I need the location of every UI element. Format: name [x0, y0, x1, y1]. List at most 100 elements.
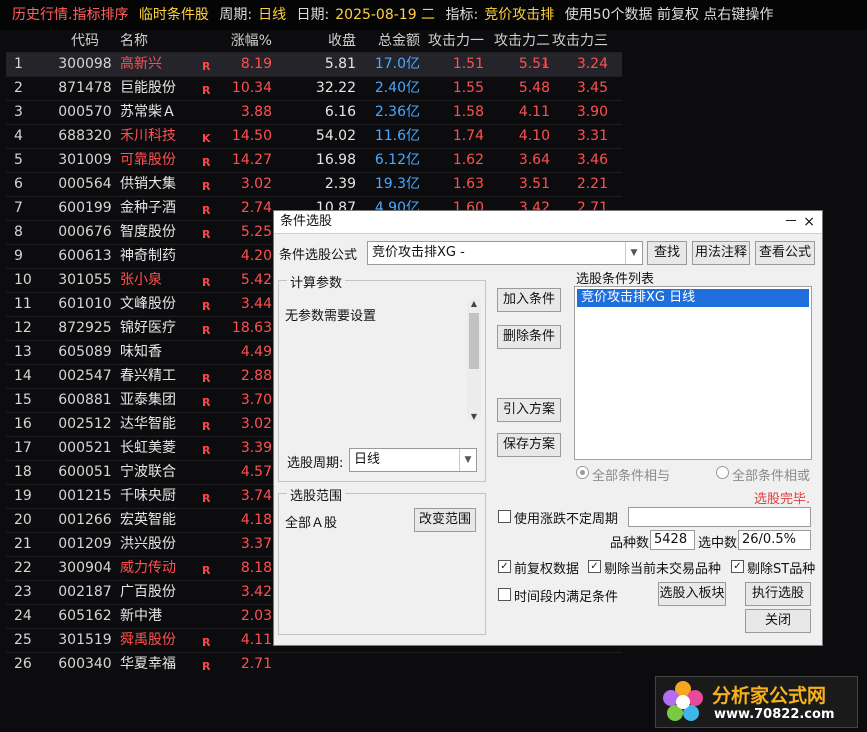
- period-satisfy-checkbox[interactable]: [498, 588, 511, 601]
- params-scrollbar[interactable]: ▲ ▼: [467, 299, 481, 421]
- row-flag: R: [202, 84, 211, 97]
- condition-list-item[interactable]: 竞价攻击排XG 日线: [577, 289, 809, 307]
- col-code-header[interactable]: 代码: [50, 30, 120, 52]
- scroll-down-icon[interactable]: ▼: [467, 412, 481, 421]
- row-change: 3.44: [240, 296, 272, 312]
- fq-checkbox[interactable]: ✓: [498, 560, 511, 573]
- col-amount-header[interactable]: 总金额: [356, 30, 420, 52]
- radio-or-label: 全部条件相或: [732, 469, 811, 484]
- row-attack3: 3.46: [576, 152, 608, 168]
- table-row[interactable]: 6 000564 供销大集 R 3.02 2.39 19.3亿 1.63 3.51 2.21: [6, 172, 622, 196]
- col-chg-header[interactable]: 涨幅%: [226, 30, 272, 52]
- import-plan-button[interactable]: 引入方案: [497, 398, 561, 422]
- condition-list[interactable]: 竞价攻击排XG 日线: [574, 286, 812, 460]
- table-row[interactable]: 3 000570 苏常柴Ａ 3.88 6.16 2.36亿 1.58 4.11 3.90: [6, 100, 622, 124]
- row-code: 600340: [58, 656, 112, 672]
- uncertain-period-input[interactable]: [628, 507, 811, 527]
- col-name-header[interactable]: 名称: [120, 30, 202, 52]
- scroll-thumb[interactable]: [469, 313, 479, 369]
- watermark-logo: 分析家公式网 www.70822.com: [655, 676, 858, 728]
- row-change: 5.42: [240, 272, 272, 288]
- table-row[interactable]: 4 688320 禾川科技 K 14.50 54.02 11.6亿 1.74 4.10 3.31: [6, 124, 622, 148]
- close-icon[interactable]: ×: [803, 211, 815, 233]
- fq-label: 前复权数据: [514, 562, 580, 577]
- use-uncertain-checkbox[interactable]: [498, 510, 511, 523]
- row-attack1: 1.62: [452, 152, 484, 168]
- row-name: 味知香: [120, 344, 162, 360]
- row-index: 7: [14, 200, 23, 216]
- row-flag: [202, 245, 226, 268]
- row-code: 688320: [58, 128, 112, 144]
- row-attack2: 4.10: [518, 128, 550, 144]
- col-close-header[interactable]: 收盘: [272, 30, 356, 52]
- row-name: 宏英智能: [120, 512, 176, 528]
- table-header: 代码 名称 涨幅% 收盘 总金额 攻击力一 攻击力二↓ 攻击力三: [6, 30, 622, 70]
- date-value[interactable]: 2025-08-19 二: [335, 7, 435, 23]
- table-row[interactable]: 5 301009 可靠股份 R 14.27 16.98 6.12亿 1.62 3.64 3.46: [6, 148, 622, 172]
- radio-and[interactable]: [576, 466, 589, 479]
- row-name: 新中港: [120, 608, 162, 624]
- page-title: 历史行情.指标排序: [12, 7, 129, 23]
- to-block-button[interactable]: 选股入板块: [658, 582, 726, 606]
- period-value[interactable]: 日线: [258, 7, 286, 23]
- add-condition-button[interactable]: 加入条件: [497, 288, 561, 312]
- row-code: 000570: [58, 104, 112, 120]
- col-attack2-header[interactable]: 攻击力二↓: [484, 30, 550, 70]
- row-index: 15: [14, 392, 32, 408]
- scroll-up-icon[interactable]: ▲: [467, 299, 481, 308]
- row-name: 文峰股份: [120, 296, 176, 312]
- row-change: 5.25: [240, 224, 272, 240]
- minimize-icon[interactable]: －: [784, 211, 798, 233]
- table-row[interactable]: 2 871478 巨能股份 R 10.34 32.22 2.40亿 1.55 5.48 3.45: [6, 76, 622, 100]
- execute-button[interactable]: 执行选股: [745, 582, 811, 606]
- formula-value: 竞价攻击排XG -: [372, 245, 465, 260]
- row-name: 华夏幸福: [120, 656, 176, 672]
- row-flag: [202, 509, 226, 532]
- save-plan-button[interactable]: 保存方案: [497, 433, 561, 457]
- row-index: 2: [14, 80, 23, 96]
- row-name: 洪兴股份: [120, 536, 176, 552]
- row-attack3: 2.21: [576, 176, 608, 192]
- title-bar: 历史行情.指标排序 临时条件股 周期: 日线 日期: 2025-08-19 二 指标…: [0, 0, 867, 30]
- row-change: 14.50: [231, 128, 272, 144]
- table-row[interactable]: 26 600340 华夏幸福 R 2.71: [6, 652, 622, 676]
- period-select[interactable]: 日线 ▼: [349, 448, 477, 472]
- use-uncertain-label: 使用涨跌不定周期: [514, 512, 619, 527]
- change-range-button[interactable]: 改变范围: [414, 508, 476, 532]
- delete-condition-button[interactable]: 删除条件: [497, 325, 561, 349]
- row-index: 16: [14, 416, 32, 432]
- formula-select[interactable]: 竞价攻击排XG - ▼: [367, 241, 643, 265]
- row-close: 32.22: [315, 80, 356, 96]
- usage-button[interactable]: 用法注释: [692, 241, 750, 265]
- row-code: 872925: [58, 320, 112, 336]
- row-name: 春兴精工: [120, 368, 176, 384]
- radio-or[interactable]: [716, 466, 729, 479]
- row-change: 3.70: [240, 392, 272, 408]
- col-attack3-header[interactable]: 攻击力三: [550, 30, 608, 52]
- row-flag: R: [202, 324, 211, 337]
- row-index: 1: [14, 56, 23, 72]
- close-button[interactable]: 关闭: [745, 609, 811, 633]
- row-name: 禾川科技: [120, 128, 176, 144]
- table-row[interactable]: 1 300098 高新兴 R 8.19 5.81 17.0亿 1.51 5.51 3.24: [6, 52, 622, 76]
- find-button[interactable]: 查找: [647, 241, 687, 265]
- row-flag: R: [202, 276, 211, 289]
- row-index: 25: [14, 632, 32, 648]
- row-code: 605162: [58, 608, 112, 624]
- row-code: 600613: [58, 248, 112, 264]
- exclude-st-checkbox[interactable]: ✓: [731, 560, 744, 573]
- row-name: 舜禹股份: [120, 632, 176, 648]
- indicator-value[interactable]: 竞价攻击排: [484, 7, 554, 23]
- range-title: 选股范围: [287, 485, 346, 504]
- row-attack3: [550, 653, 608, 676]
- row-name: 达华智能: [120, 416, 176, 432]
- row-flag: [202, 581, 226, 604]
- col-attack1-header[interactable]: 攻击力一: [420, 30, 484, 52]
- row-change: 2.71: [240, 656, 272, 672]
- row-close: 5.81: [324, 56, 356, 72]
- row-index: 23: [14, 584, 32, 600]
- exclude-untraded-checkbox[interactable]: ✓: [588, 560, 601, 573]
- view-formula-button[interactable]: 查看公式: [755, 241, 815, 265]
- condition-label: 临时条件股: [138, 7, 209, 23]
- row-index: 17: [14, 440, 32, 456]
